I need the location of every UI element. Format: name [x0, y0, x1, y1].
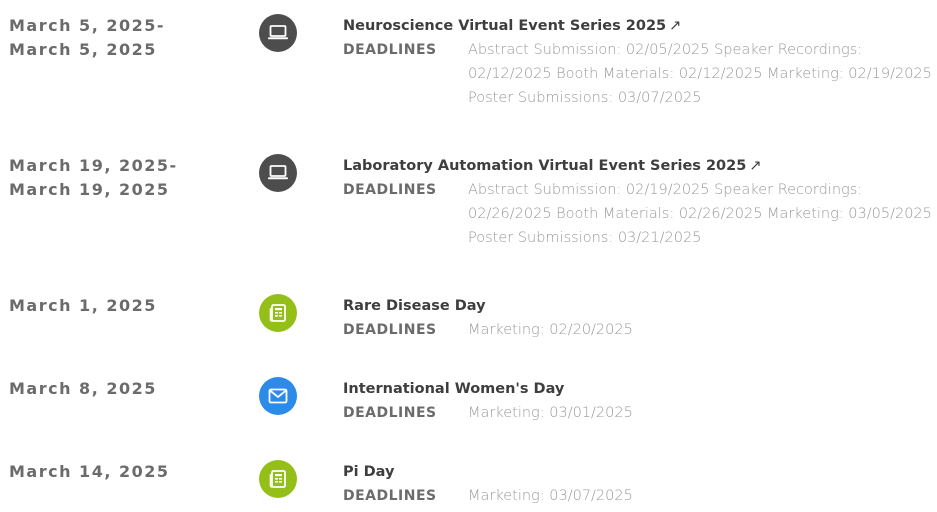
deadlines-text: Abstract Submission: 02/05/2025 Speaker … [468, 42, 932, 106]
event-content: Pi Day DEADLINES Marketing: 03/07/2025 [343, 460, 937, 508]
laptop-icon [259, 154, 297, 192]
deadlines-label: DEADLINES [343, 488, 437, 504]
event-deadlines: DEADLINES Abstract Submission: 02/19/202… [343, 178, 937, 250]
event-content: Neuroscience Virtual Event Series 2025 ↗ … [343, 14, 937, 110]
event-date-start: March 19, 2025- [9, 156, 178, 175]
event-date: March 14, 2025 [9, 462, 170, 481]
event-date-end: March 19, 2025 [9, 180, 170, 199]
event-title: International Women's Day [343, 381, 565, 397]
external-link-icon: ↗ [669, 18, 682, 34]
event-list: March 5, 2025- March 5, 2025 Neuroscienc… [0, 0, 937, 512]
deadlines-text: Abstract Submission: 02/19/2025 Speaker … [468, 182, 932, 246]
deadlines-label: DEADLINES [343, 42, 437, 58]
event-date: March 5, 2025- March 5, 2025 [9, 14, 165, 62]
event-title: Pi Day [343, 464, 395, 480]
event-deadlines: DEADLINES Marketing: 03/07/2025 [343, 484, 937, 508]
laptop-icon [259, 14, 297, 52]
deadlines-label: DEADLINES [343, 405, 437, 421]
event-title-link[interactable]: Neuroscience Virtual Event Series 2025 ↗ [343, 14, 937, 38]
deadlines-text: Marketing: 03/01/2025 [468, 405, 633, 421]
event-date: March 8, 2025 [9, 379, 157, 398]
event-title: Laboratory Automation Virtual Event Seri… [343, 158, 747, 174]
deadlines-label: DEADLINES [343, 182, 437, 198]
event-title-link[interactable]: Laboratory Automation Virtual Event Seri… [343, 154, 937, 178]
event-date-end: March 5, 2025 [9, 40, 157, 59]
event-content: Laboratory Automation Virtual Event Seri… [343, 154, 937, 250]
external-link-icon: ↗ [749, 158, 762, 174]
event-date: March 19, 2025- March 19, 2025 [9, 154, 178, 202]
event-date-start: March 5, 2025- [9, 16, 166, 35]
event-deadlines: DEADLINES Abstract Submission: 02/05/202… [343, 38, 937, 110]
deadlines-text: Marketing: 02/20/2025 [468, 322, 633, 338]
envelope-icon [259, 377, 297, 415]
event-title-link[interactable]: International Women's Day [343, 377, 937, 401]
event-deadlines: DEADLINES Marketing: 03/01/2025 [343, 401, 937, 425]
event-content: Rare Disease Day DEADLINES Marketing: 02… [343, 294, 937, 342]
event-title-link[interactable]: Pi Day [343, 460, 937, 484]
event-title: Neuroscience Virtual Event Series 2025 [343, 18, 667, 34]
event-date: March 1, 2025 [9, 296, 157, 315]
event-title-link[interactable]: Rare Disease Day [343, 294, 937, 318]
event-deadlines: DEADLINES Marketing: 02/20/2025 [343, 318, 937, 342]
newspaper-icon [259, 460, 297, 498]
event-title: Rare Disease Day [343, 298, 486, 314]
deadlines-text: Marketing: 03/07/2025 [468, 488, 633, 504]
deadlines-label: DEADLINES [343, 322, 437, 338]
newspaper-icon [259, 294, 297, 332]
event-content: International Women's Day DEADLINES Mark… [343, 377, 937, 425]
